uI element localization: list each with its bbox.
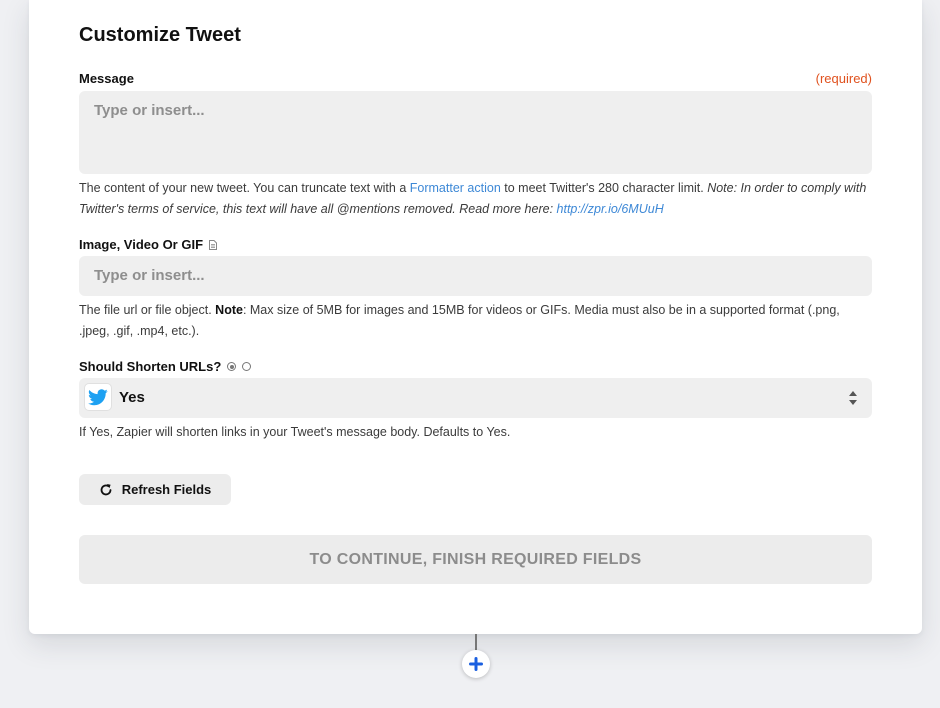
message-help-part: The content of your new tweet. You can t… [79, 181, 410, 195]
media-help-text: The file url or file object. Note: Max s… [79, 300, 872, 342]
shorten-select-value: Yes [119, 389, 145, 406]
shorten-help-text: If Yes, Zapier will shorten links in you… [79, 425, 511, 439]
media-label-text: Image, Video Or GIF [79, 237, 204, 252]
continue-button[interactable]: TO CONTINUE, FINISH REQUIRED FIELDS [79, 535, 872, 584]
message-help-part: to meet Twitter's 280 character limit. [500, 181, 708, 195]
twitter-bird-icon [84, 383, 112, 411]
media-help-bold: Note [215, 303, 243, 317]
customize-tweet-card: Customize Tweet Message (required) Type … [29, 0, 922, 634]
file-icon [209, 239, 218, 250]
shorten-label: Should Shorten URLs? [79, 359, 252, 374]
shorten-radio-custom[interactable] [242, 362, 252, 371]
select-arrows-icon [849, 391, 857, 405]
continue-button-label: TO CONTINUE, FINISH REQUIRED FIELDS [309, 550, 642, 568]
refresh-fields-button[interactable]: Refresh Fields [79, 474, 231, 505]
media-label: Image, Video Or GIF [79, 237, 218, 252]
message-label-text: Message [79, 71, 134, 86]
required-indicator: (required) [815, 71, 872, 86]
formatter-action-link[interactable]: Formatter action [410, 181, 501, 195]
refresh-fields-label: Refresh Fields [121, 482, 212, 497]
shorten-select[interactable]: Yes [79, 378, 872, 418]
refresh-icon [100, 483, 112, 495]
message-label: Message [79, 71, 134, 86]
message-help-text: The content of your new tweet. You can t… [79, 178, 872, 220]
add-step-button[interactable] [462, 650, 490, 678]
zpr-link[interactable]: http://zpr.io/6MUuH [557, 202, 664, 216]
shorten-radio-fixed[interactable] [227, 362, 237, 371]
shorten-label-text: Should Shorten URLs? [79, 359, 222, 374]
message-field[interactable]: Type or insert... [79, 91, 872, 174]
message-placeholder: Type or insert... [94, 102, 205, 119]
section-title: Customize Tweet [79, 24, 241, 46]
plus-icon [469, 657, 483, 671]
media-placeholder: Type or insert... [94, 267, 205, 284]
media-field[interactable]: Type or insert... [79, 256, 872, 296]
media-help-part: The file url or file object. [79, 303, 216, 317]
